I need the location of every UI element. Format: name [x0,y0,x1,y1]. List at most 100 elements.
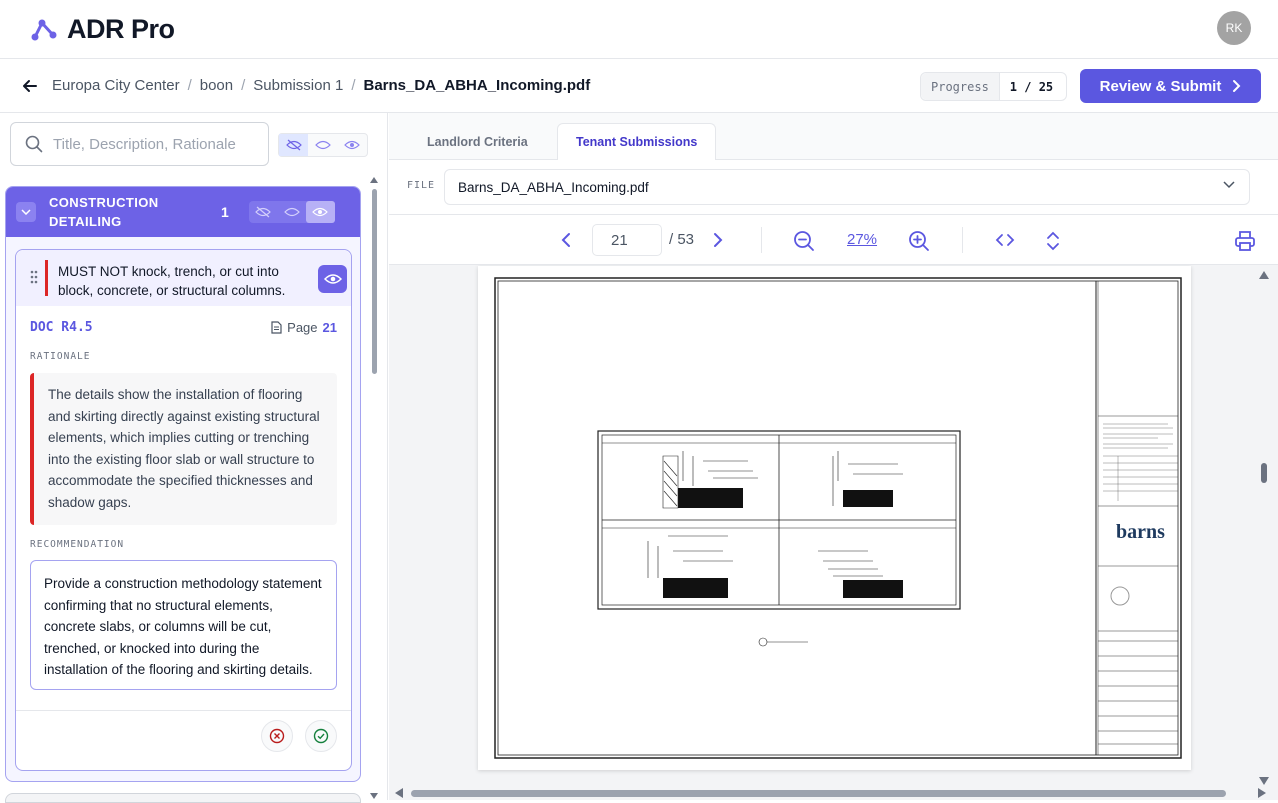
breadcrumb-bar: Europa City Center / boon / Submission 1… [0,59,1278,113]
file-row: FILE Barns_DA_ABHA_Incoming.pdf [389,160,1278,215]
document-icon [271,321,282,334]
page-number-link[interactable]: 21 [323,320,337,335]
page-input[interactable]: 21 [592,224,662,256]
printer-icon[interactable] [1234,230,1256,252]
review-submit-label: Review & Submit [1099,77,1222,95]
scroll-left-icon[interactable] [395,788,403,798]
viewer-horizontal-scrollbar[interactable] [389,786,1278,800]
visibility-filter [278,133,368,157]
page-label: Page [287,320,318,335]
page-total: / 53 [669,231,695,248]
zoom-in-icon[interactable] [908,230,930,252]
next-section[interactable] [5,793,361,803]
toolbar-divider [962,227,963,253]
filter-visible[interactable] [338,134,367,156]
rationale-text: The details show the installation of flo… [30,373,337,525]
filter-hidden[interactable] [279,134,309,156]
expand-vertical-icon[interactable] [1045,230,1061,252]
criteria-card: MUST NOT knock, trench, or cut into bloc… [15,249,352,771]
rationale-label: RATIONALE [30,351,91,362]
eye-icon [323,274,342,284]
severity-bar [45,260,48,296]
logo-icon [31,19,57,40]
criteria-rule: MUST NOT knock, trench, or cut into bloc… [58,264,286,298]
scroll-up-icon[interactable] [370,177,378,183]
breadcrumb-submission[interactable]: Submission 1 [253,77,343,94]
reject-button[interactable] [261,720,293,752]
avatar[interactable]: RK [1217,11,1251,45]
card-footer-divider [16,710,351,711]
progress-value: 1 / 25 [1009,79,1054,94]
zoom-out-icon[interactable] [793,230,815,252]
chevron-down-icon [1223,181,1235,189]
viewer-horizontal-scrollbar-thumb[interactable] [411,790,1226,797]
breadcrumb: Europa City Center / boon / Submission 1… [52,77,590,94]
scroll-up-icon[interactable] [1259,271,1269,279]
scroll-down-icon[interactable] [370,793,378,799]
collapse-button[interactable] [16,202,36,222]
breadcrumb-tenant[interactable]: boon [200,77,233,94]
back-arrow-icon[interactable] [20,76,40,96]
code-icon[interactable] [994,230,1016,250]
app-name: ADR Pro [67,14,175,44]
viewer-vertical-scrollbar-thumb[interactable] [1261,463,1267,483]
toolbar-divider [761,227,762,253]
left-scrollbar[interactable] [370,173,378,799]
visibility-button[interactable] [318,265,347,293]
doc-reference: DOC R4.5 [30,320,93,335]
review-submit-button[interactable]: Review & Submit [1080,69,1261,103]
recommendation-field[interactable]: Provide a construction methodology state… [30,560,337,690]
zoom-level[interactable]: 27% [847,231,877,248]
page-reference[interactable]: Page 21 [271,320,337,335]
section-title-line1: CONSTRUCTION [49,195,159,210]
drawing-sheet: barns [494,277,1182,759]
card-header: MUST NOT knock, trench, or cut into bloc… [16,250,351,306]
approve-button[interactable] [305,720,337,752]
filter-outline[interactable] [308,134,337,156]
section-filter-outline[interactable] [277,201,306,223]
viewer-vertical-scrollbar[interactable] [1257,265,1271,785]
file-select[interactable]: Barns_DA_ABHA_Incoming.pdf [444,169,1250,205]
left-scrollbar-thumb[interactable] [372,189,377,374]
svg-text:barns: barns [1116,521,1165,543]
breadcrumb-current-file: Barns_DA_ABHA_Incoming.pdf [363,77,591,94]
section-count: 1 [221,204,229,220]
section-filter-hidden[interactable] [249,201,278,223]
chevron-down-icon [21,209,31,215]
section-header[interactable]: CONSTRUCTION DETAILING 1 [6,187,360,237]
section-title: CONSTRUCTION DETAILING [49,193,199,231]
pdf-toolbar: 21 / 53 27% [389,215,1278,265]
chevron-left-icon[interactable] [560,230,572,250]
approve-icon [313,728,329,744]
scroll-right-icon[interactable] [1258,788,1266,798]
breadcrumb-project[interactable]: Europa City Center [52,77,180,94]
eye-outline-icon [283,207,300,217]
recommendation-label: RECOMMENDATION [30,539,125,550]
search-box[interactable] [10,122,269,166]
breadcrumb-separator: / [351,77,356,94]
pdf-viewer[interactable]: barns [389,265,1278,800]
section-visibility-toggle [248,201,335,223]
app-logo[interactable]: ADR Pro [31,14,175,45]
eye-off-icon [285,139,302,151]
document-panel: Landlord Criteria Tenant Submissions FIL… [389,113,1278,800]
section-construction-detailing: CONSTRUCTION DETAILING 1 MUST NOT knock,… [5,186,361,782]
search-input[interactable] [53,135,243,153]
criteria-panel: CONSTRUCTION DETAILING 1 [0,113,388,803]
chevron-right-icon[interactable] [712,230,724,250]
progress-label: Progress [921,73,1000,100]
tab-landlord-criteria[interactable]: Landlord Criteria [409,123,546,160]
tab-tenant-submissions[interactable]: Tenant Submissions [557,123,717,160]
breadcrumb-separator: / [241,77,246,94]
section-title-line2: DETAILING [49,214,122,229]
top-bar: ADR Pro RK [0,0,1278,59]
file-label: FILE [407,180,436,191]
eye-icon [312,207,329,217]
search-icon [25,135,43,153]
scroll-down-icon[interactable] [1259,777,1269,785]
progress-indicator: Progress 1 / 25 [920,72,1067,101]
drag-handle-icon[interactable] [30,270,38,284]
section-filter-visible[interactable] [306,201,335,223]
reject-icon [269,728,285,744]
tab-bar: Landlord Criteria Tenant Submissions [389,113,1278,160]
